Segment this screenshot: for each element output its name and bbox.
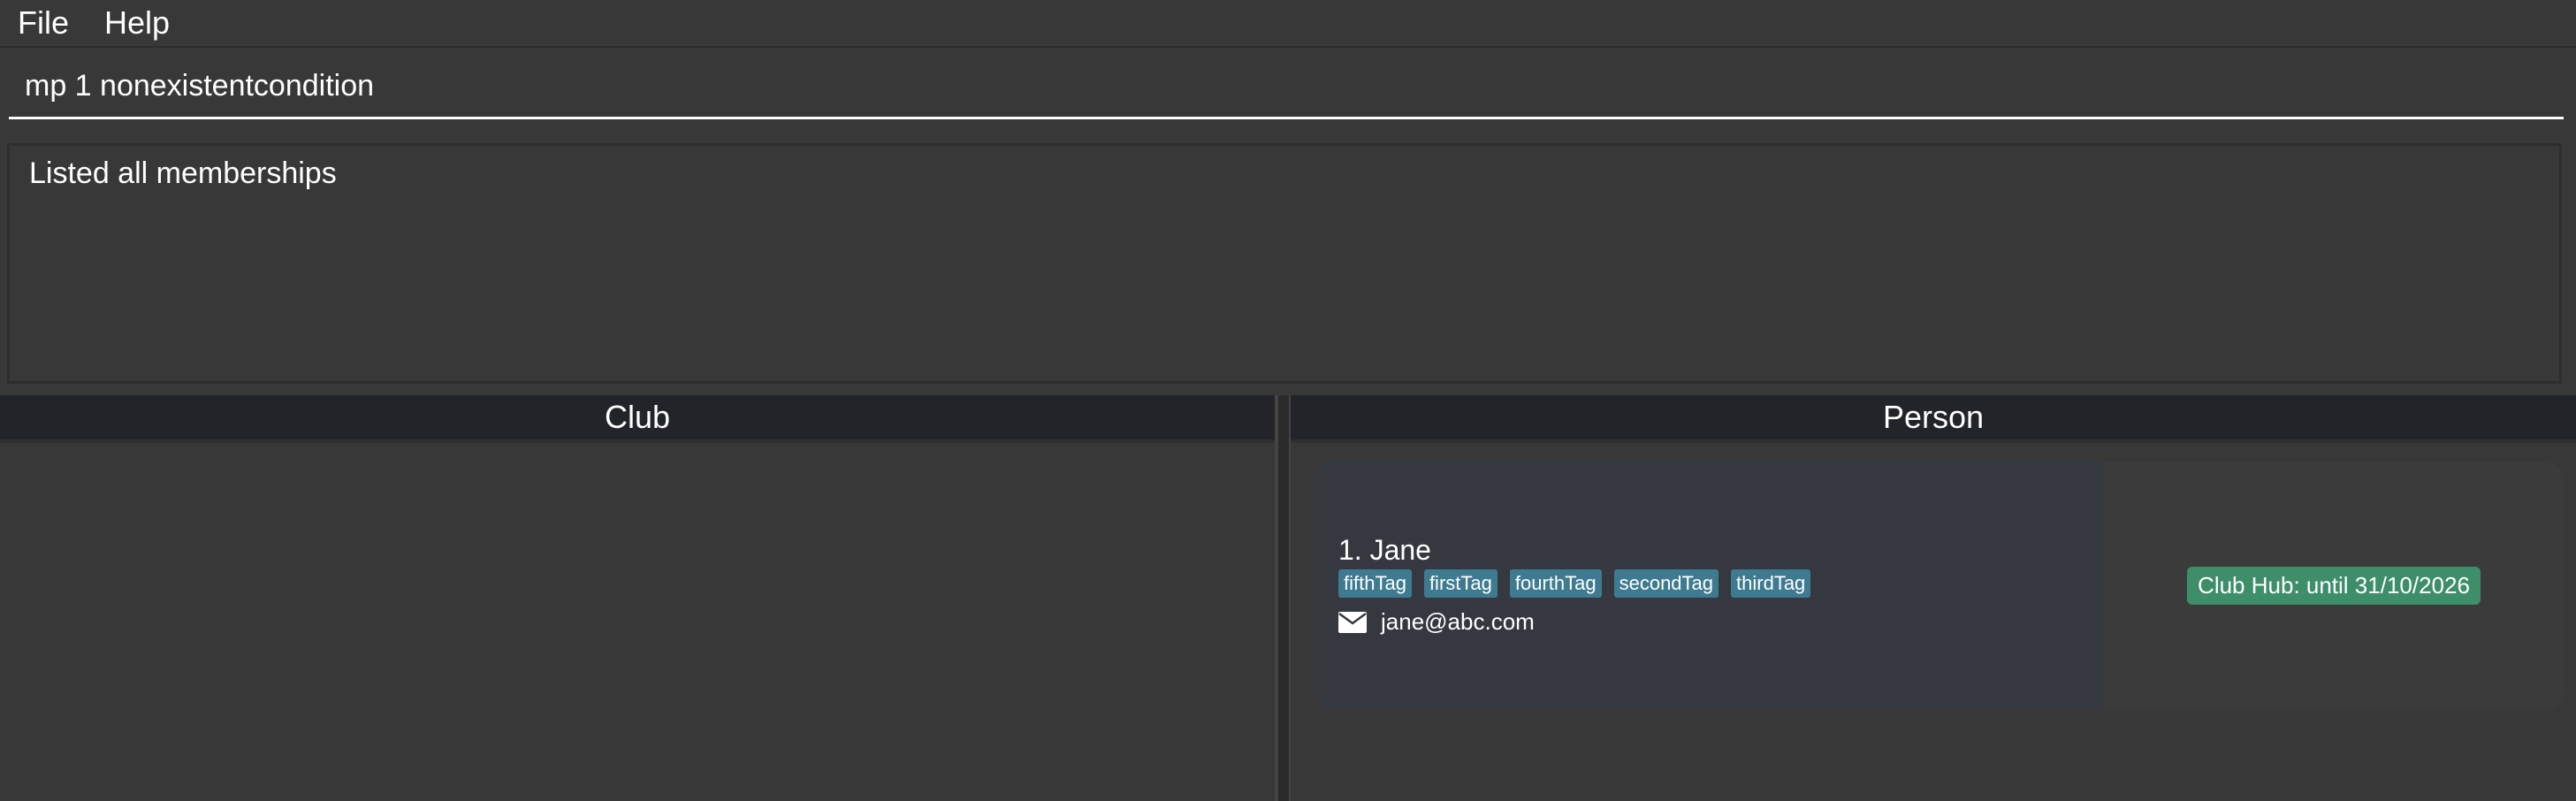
- email-row: jane@abc.com: [1338, 608, 1535, 636]
- result-display: Listed all memberships: [7, 143, 2562, 384]
- email-text: jane@abc.com: [1381, 608, 1535, 635]
- tag: fourthTag: [1509, 569, 1602, 598]
- person-details: 1. Jane fifthTag firstTag fourthTag seco…: [1314, 462, 2104, 709]
- person-card[interactable]: 1. Jane fifthTag firstTag fourthTag seco…: [1314, 462, 2564, 709]
- envelope-icon: [1338, 611, 1367, 633]
- tag-list: fifthTag firstTag fourthTag secondTag th…: [1338, 569, 1811, 598]
- tag: secondTag: [1613, 569, 1719, 598]
- menu-help[interactable]: Help: [87, 4, 187, 42]
- result-message: Listed all memberships: [29, 156, 337, 190]
- command-input[interactable]: [9, 68, 2564, 103]
- command-box: [9, 55, 2564, 119]
- person-panel-header: Person: [1291, 395, 2576, 439]
- person-name: 1. Jane: [1338, 534, 1431, 566]
- membership-badge: Club Hub: until 31/10/2026: [2187, 566, 2481, 605]
- tag: thirdTag: [1731, 569, 1811, 598]
- tag: firstTag: [1423, 569, 1498, 598]
- menu-file[interactable]: File: [0, 4, 87, 42]
- split-pane-divider[interactable]: [1275, 395, 1291, 801]
- menu-bar: File Help: [0, 0, 2576, 48]
- membership-section: Club Hub: until 31/10/2026: [2104, 462, 2564, 709]
- tag: fifthTag: [1338, 569, 1412, 598]
- club-panel-header: Club: [0, 395, 1275, 439]
- club-list-panel[interactable]: [0, 439, 1275, 801]
